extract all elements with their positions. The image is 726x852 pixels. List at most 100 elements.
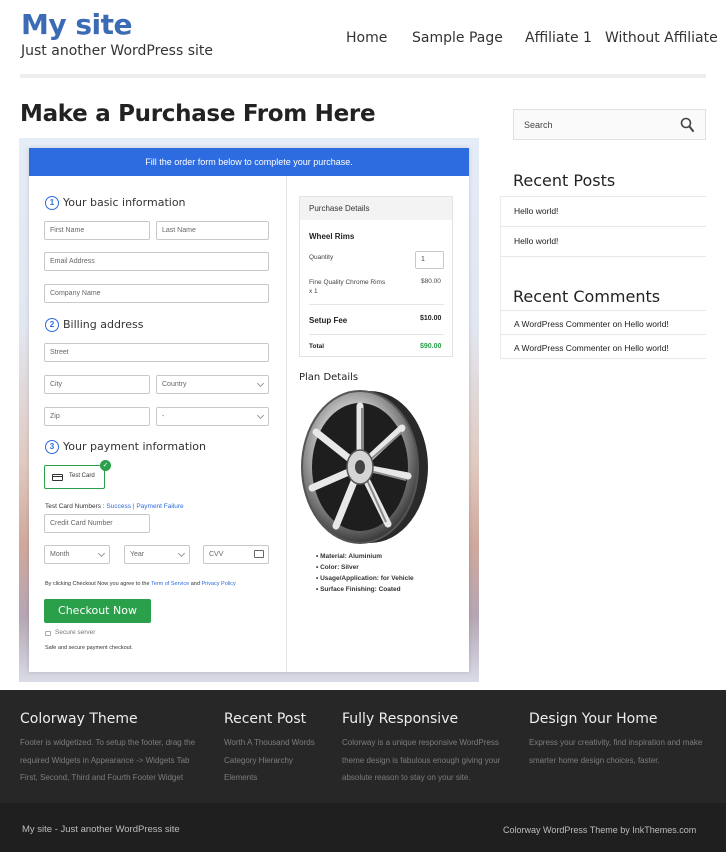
- divider: [309, 334, 444, 335]
- footer-post-link[interactable]: Elements: [224, 769, 315, 787]
- footer-col-4-text: Express your creativity, find inspiratio…: [529, 734, 702, 769]
- checkout-now-button[interactable]: Checkout Now: [44, 599, 151, 623]
- footer-line: absolute reason to stay on your site.: [342, 773, 471, 782]
- email-input[interactable]: Email Address: [44, 252, 269, 271]
- item-name: Fine Quality Chrome Rims x 1: [309, 279, 386, 295]
- plan-details-title: Plan Details: [299, 372, 359, 383]
- recent-posts-title: Recent Posts: [513, 171, 616, 190]
- footer-site-credit[interactable]: My site - Just another WordPress site: [22, 824, 180, 835]
- footer-line: Colorway is a unique responsive WordPres…: [342, 738, 499, 747]
- payment-failure-link[interactable]: Payment Failure: [136, 503, 183, 510]
- purchase-details-box: [299, 196, 453, 357]
- nav-home[interactable]: Home: [346, 30, 387, 46]
- footer-col-1-text: Footer is widgetized. To setup the foote…: [20, 734, 195, 787]
- month-select[interactable]: Month: [44, 545, 110, 564]
- setup-fee-label: Setup Fee: [309, 316, 348, 325]
- recent-comment-link[interactable]: A WordPress Commenter on Hello world!: [514, 343, 669, 353]
- terms-link[interactable]: Term of Service: [151, 581, 189, 587]
- search-placeholder: Search: [524, 120, 553, 130]
- state-select[interactable]: -: [156, 407, 269, 426]
- chevron-down-icon: [256, 411, 265, 420]
- secure-server-label: Secure server: [55, 629, 96, 636]
- total-value: $90.00: [420, 343, 442, 350]
- divider: [500, 226, 706, 227]
- privacy-link[interactable]: Privacy Policy: [201, 581, 235, 587]
- step-3-number: 3: [45, 440, 59, 454]
- divider: [500, 196, 706, 197]
- footer-post-link[interactable]: Category Hierarchy: [224, 752, 315, 770]
- card-icon: [254, 550, 264, 558]
- product-name: Wheel Rims: [309, 232, 355, 241]
- chevron-down-icon: [256, 379, 265, 388]
- street-input[interactable]: Street: [44, 343, 269, 362]
- footer-col-2-text: Worth A Thousand Words Category Hierarch…: [224, 734, 315, 787]
- recent-post-link[interactable]: Hello world!: [514, 236, 558, 246]
- cvv-label: CVV: [209, 551, 224, 558]
- nav-affiliate-1[interactable]: Affiliate 1: [525, 30, 592, 46]
- footer-line: smarter home design choices, faster.: [529, 755, 660, 765]
- footer-theme-credit[interactable]: Colorway WordPress Theme by InkThemes.co…: [503, 825, 696, 835]
- checkmark-icon: ✓: [100, 460, 111, 471]
- separator: |: [132, 503, 135, 510]
- recent-comment-link[interactable]: A WordPress Commenter on Hello world!: [514, 319, 669, 329]
- footer-line: theme design is fabulous enough giving y…: [342, 755, 501, 765]
- quantity-input[interactable]: 1: [415, 251, 444, 269]
- first-name-input[interactable]: First Name: [44, 221, 150, 240]
- purchase-details-header: Purchase Details: [300, 197, 452, 220]
- feature-item: Surface Finishing: Coated: [316, 584, 414, 595]
- footer-col-1-title: Colorway Theme: [20, 711, 138, 727]
- nav-sample-page[interactable]: Sample Page: [412, 30, 503, 46]
- test-card-option[interactable]: Test Card ✓: [44, 460, 111, 489]
- footer-col-3-text: Colorway is a unique responsive WordPres…: [342, 734, 500, 787]
- nav-without-affiliate[interactable]: Without Affiliate: [605, 30, 718, 46]
- card-number-input[interactable]: Credit Card Number: [44, 514, 150, 533]
- agree-and: and: [190, 581, 200, 587]
- divider: [500, 310, 706, 311]
- year-select[interactable]: Year: [124, 545, 190, 564]
- credit-card-icon: [52, 474, 63, 481]
- chevron-down-icon: [97, 549, 106, 558]
- plan-features-list: Material: Aluminium Color: Silver Usage/…: [316, 551, 414, 595]
- agree-prefix: By clicking Checkout Now you agree to th…: [45, 581, 150, 587]
- page-title: Make a Purchase From Here: [20, 101, 376, 127]
- company-input[interactable]: Company Name: [44, 284, 269, 303]
- recent-post-link[interactable]: Hello world!: [514, 206, 558, 216]
- test-card-label: Test Card: [69, 473, 95, 479]
- divider: [500, 256, 706, 257]
- footer-post-link[interactable]: Worth A Thousand Words: [224, 734, 315, 752]
- step-1-number: 1: [45, 196, 59, 210]
- site-title[interactable]: My site: [21, 8, 133, 41]
- city-input[interactable]: City: [44, 375, 150, 394]
- test-card-numbers-label: Test Card Numbers :: [45, 503, 105, 510]
- divider: [309, 304, 444, 305]
- divider: [500, 334, 706, 335]
- state-select-label: -: [162, 413, 165, 420]
- step-3-title: Your payment information: [63, 440, 206, 453]
- cvv-input[interactable]: CVV: [203, 545, 269, 564]
- site-tagline: Just another WordPress site: [21, 43, 214, 59]
- terms-agreement: By clicking Checkout Now you agree to th…: [45, 581, 236, 587]
- last-name-input[interactable]: Last Name: [156, 221, 269, 240]
- success-link[interactable]: Success: [106, 503, 131, 510]
- form-banner: Fill the order form below to complete yo…: [29, 148, 469, 176]
- wheel-rim-image: [301, 390, 428, 544]
- item-price: $80.00: [421, 278, 441, 285]
- safe-payment-note: Safe and secure payment checkout.: [45, 645, 133, 651]
- country-select[interactable]: Country: [156, 375, 269, 394]
- footer-line: Footer is widgetized. To setup the foote…: [20, 738, 196, 747]
- footer-line: First, Second, Third and Fourth Footer W…: [20, 773, 184, 782]
- header-divider: [20, 74, 706, 78]
- step-2-number: 2: [45, 318, 59, 332]
- footer-line: Express your creativity, find inspiratio…: [529, 738, 703, 747]
- setup-fee-value: $10.00: [420, 315, 442, 322]
- step-1-title: Your basic information: [63, 196, 186, 209]
- year-select-label: Year: [130, 551, 145, 558]
- footer-col-3-title: Fully Responsive: [342, 711, 459, 727]
- test-card-numbers: Test Card Numbers : Success | Payment Fa…: [45, 503, 184, 510]
- search-icon[interactable]: [680, 117, 694, 133]
- zip-input[interactable]: Zip: [44, 407, 150, 426]
- total-label: Total: [309, 343, 325, 350]
- country-select-label: Country: [162, 381, 187, 388]
- step-2-title: Billing address: [63, 318, 144, 331]
- feature-item: Usage/Application: for Vehicle: [316, 573, 414, 584]
